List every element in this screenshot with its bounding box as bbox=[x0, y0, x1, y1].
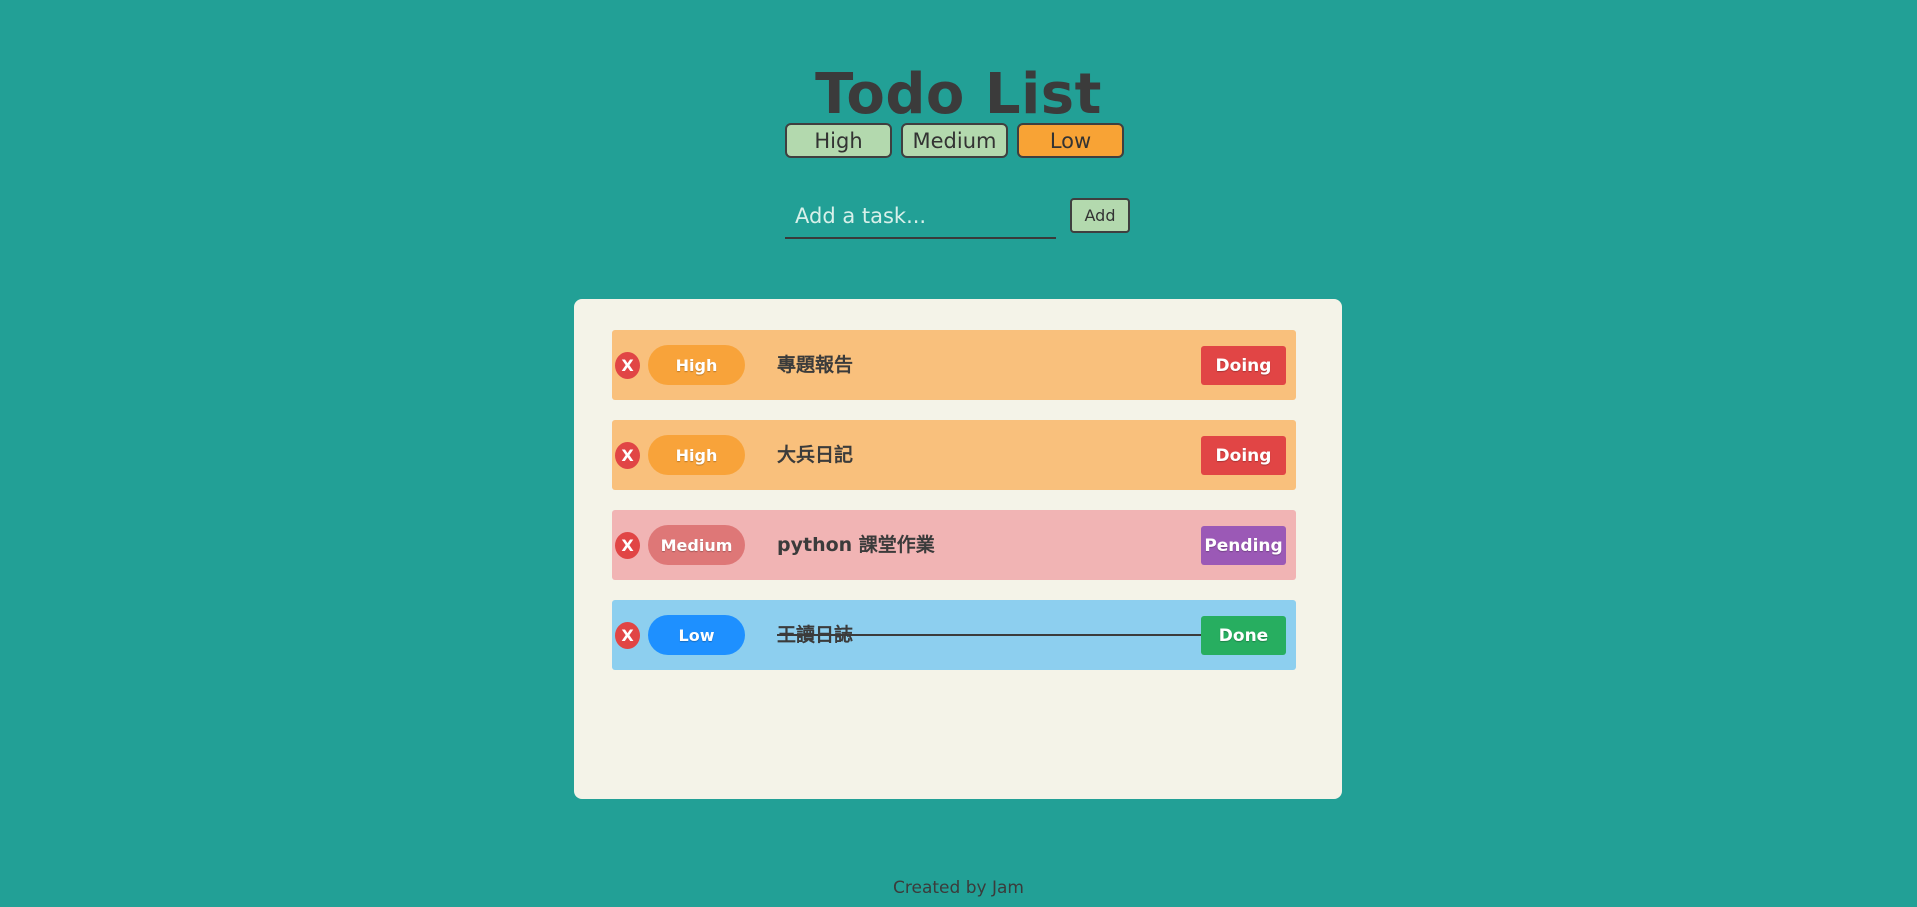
status-button[interactable]: Pending bbox=[1201, 526, 1286, 565]
priority-badge[interactable]: Medium bbox=[648, 525, 745, 565]
task-input[interactable] bbox=[785, 198, 1056, 239]
priority-badge[interactable]: High bbox=[648, 435, 745, 475]
task-text[interactable]: 大兵日記 bbox=[777, 420, 853, 490]
task-text[interactable]: 專題報告 bbox=[777, 330, 853, 400]
add-task-form: Add bbox=[785, 198, 1130, 239]
delete-task-button[interactable]: X bbox=[615, 532, 640, 559]
priority-filter-group: High Medium Low bbox=[785, 123, 1124, 158]
task-list-panel: X High 專題報告 Doing X High 大兵日記 Doing X Me… bbox=[574, 299, 1342, 799]
filter-low-button[interactable]: Low bbox=[1017, 123, 1124, 158]
page-title: Todo List bbox=[815, 61, 1102, 127]
task-row: X Medium python 課堂作業 Pending bbox=[612, 510, 1296, 580]
task-row: X Low 王讀日誌 Done bbox=[612, 600, 1296, 670]
status-button[interactable]: Done bbox=[1201, 616, 1286, 655]
delete-task-button[interactable]: X bbox=[615, 442, 640, 469]
add-button[interactable]: Add bbox=[1070, 198, 1130, 233]
status-button[interactable]: Doing bbox=[1201, 346, 1286, 385]
filter-medium-button[interactable]: Medium bbox=[901, 123, 1008, 158]
task-row: X High 大兵日記 Doing bbox=[612, 420, 1296, 490]
priority-badge[interactable]: High bbox=[648, 345, 745, 385]
filter-high-button[interactable]: High bbox=[785, 123, 892, 158]
delete-task-button[interactable]: X bbox=[615, 352, 640, 379]
task-text[interactable]: python 課堂作業 bbox=[777, 510, 935, 580]
delete-task-button[interactable]: X bbox=[615, 622, 640, 649]
task-row: X High 專題報告 Doing bbox=[612, 330, 1296, 400]
status-button[interactable]: Doing bbox=[1201, 436, 1286, 475]
footer-credit: Created by Jam bbox=[893, 878, 1024, 898]
strikethrough-line bbox=[777, 634, 1203, 636]
priority-badge[interactable]: Low bbox=[648, 615, 745, 655]
